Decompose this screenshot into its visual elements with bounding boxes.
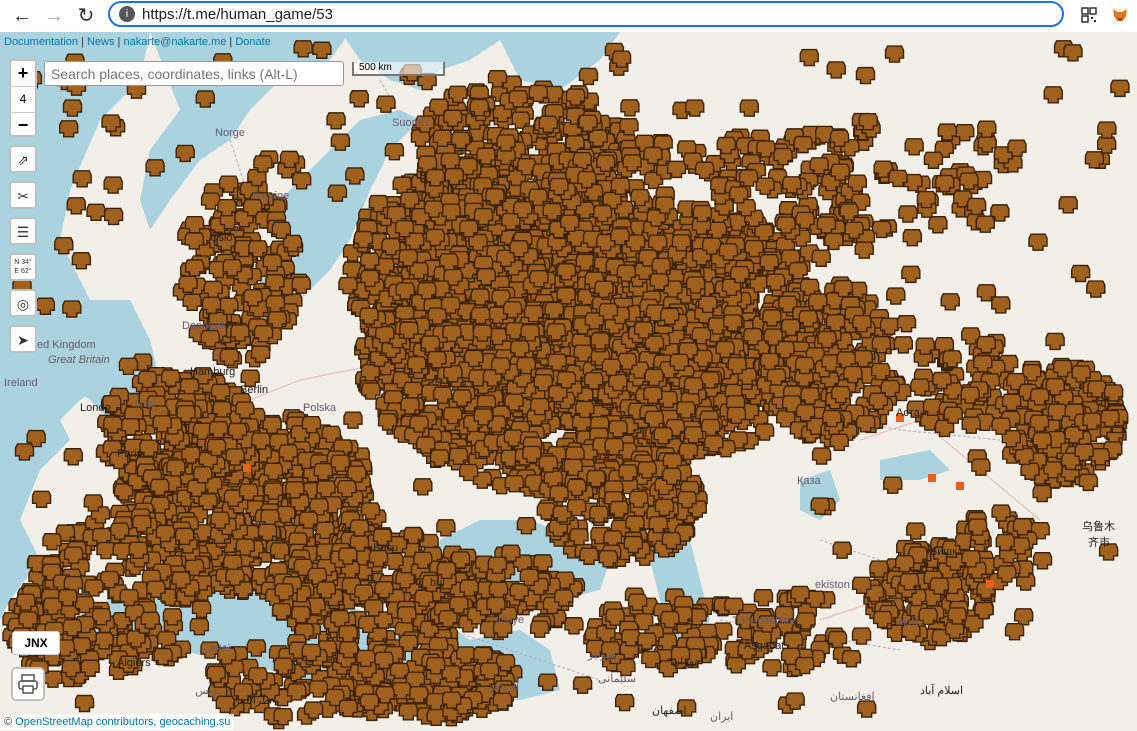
cache-marker xyxy=(928,216,948,234)
cache-marker xyxy=(902,228,922,247)
cache-marker xyxy=(904,138,924,156)
map-background xyxy=(0,32,1130,730)
cache-marker xyxy=(112,542,132,560)
forward-icon[interactable]: → xyxy=(42,4,66,28)
cache-marker xyxy=(961,416,981,434)
qr-code-icon[interactable] xyxy=(1081,7,1097,23)
cache-marker xyxy=(96,541,116,560)
cache-marker xyxy=(182,293,202,311)
url-text[interactable]: https://t.me/human_game/53 xyxy=(142,6,333,23)
reload-icon[interactable]: ↻ xyxy=(74,4,98,28)
cache-marker xyxy=(200,192,221,210)
address-bar[interactable]: i https://t.me/human_game/53 xyxy=(108,1,1064,27)
map-canvas[interactable]: Norge Sverige Suomi / Oslo Danmark ed Ki… xyxy=(0,32,1137,731)
cache-marker xyxy=(398,703,419,721)
site-info-icon[interactable]: i xyxy=(119,6,135,22)
metamask-fox-icon[interactable] xyxy=(1112,7,1128,23)
cache-marker xyxy=(42,533,62,551)
cache-marker xyxy=(923,151,944,170)
back-icon[interactable]: ← xyxy=(10,4,34,28)
cache-marker xyxy=(811,249,831,267)
cache-marker xyxy=(898,205,918,223)
browser-toolbar: ← → ↻ i https://t.me/human_game/53 xyxy=(0,0,1137,33)
